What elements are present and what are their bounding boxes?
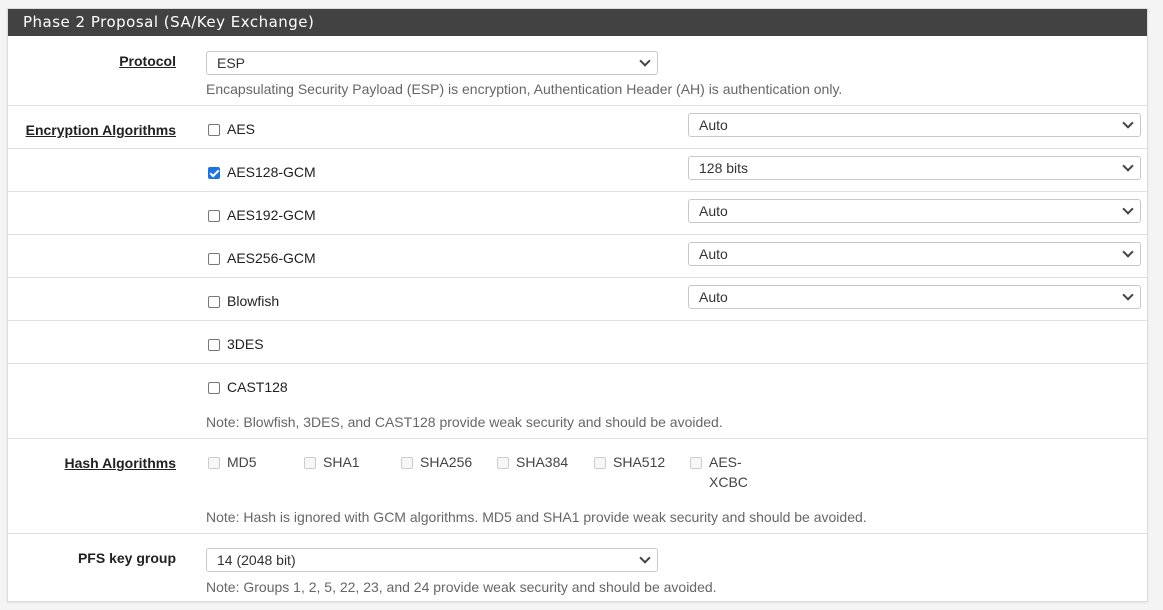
- sha384-checkbox[interactable]: [497, 457, 509, 469]
- aes-xcbc-label-line2: XCBC: [709, 474, 748, 490]
- pfs-row: PFS key group 14 (2048 bit) Note: Groups…: [8, 533, 1147, 602]
- md5-label: MD5: [227, 454, 257, 470]
- encryption-row-3des: 3DES: [8, 320, 1147, 364]
- 3des-label: 3DES: [227, 336, 264, 352]
- encryption-row-aes192gcm: AES192-GCM Auto: [8, 191, 1147, 235]
- chevron-down-icon: [639, 55, 651, 67]
- aes256-gcm-label: AES256-GCM: [227, 250, 316, 266]
- aes128-gcm-checkbox[interactable]: [208, 167, 220, 179]
- aes256-gcm-checkbox[interactable]: [208, 253, 220, 265]
- sha1-checkbox[interactable]: [304, 457, 316, 469]
- chevron-down-icon: [1122, 117, 1134, 129]
- aes-label: AES: [227, 121, 256, 137]
- chevron-down-icon: [1122, 246, 1134, 258]
- aes192-gcm-label: AES192-GCM: [227, 207, 316, 223]
- aes-xcbc-checkbox[interactable]: [690, 457, 702, 469]
- encryption-row-cast128: CAST128 Note: Blowfish, 3DES, and CAST12…: [8, 363, 1147, 439]
- aes128-gcm-keylen-select[interactable]: 128 bits: [688, 156, 1141, 180]
- md5-checkbox[interactable]: [208, 457, 220, 469]
- blowfish-keylen-value: Auto: [699, 289, 728, 305]
- 3des-checkbox[interactable]: [208, 339, 220, 351]
- encryption-row-aes128gcm: AES128-GCM 128 bits: [8, 148, 1147, 192]
- pfs-note: Note: Groups 1, 2, 5, 22, 23, and 24 pro…: [206, 579, 717, 595]
- chevron-down-icon: [1122, 289, 1134, 301]
- encryption-row-blowfish: Blowfish Auto: [8, 277, 1147, 321]
- hash-note: Note: Hash is ignored with GCM algorithm…: [206, 509, 867, 525]
- sha1-label: SHA1: [323, 454, 360, 470]
- protocol-label: Protocol: [119, 53, 176, 69]
- aes128-gcm-label: AES128-GCM: [227, 164, 316, 180]
- panel-title: Phase 2 Proposal (SA/Key Exchange): [8, 9, 1147, 36]
- sha256-label: SHA256: [420, 454, 473, 470]
- hash-row: Hash Algorithms MD5 SHA1 SHA256 SHA384 S…: [8, 438, 1147, 534]
- chevron-down-icon: [1122, 203, 1134, 215]
- encryption-label: Encryption Algorithms: [25, 122, 176, 138]
- protocol-help: Encapsulating Security Payload (ESP) is …: [206, 81, 843, 97]
- chevron-down-icon: [639, 552, 651, 564]
- encryption-row-aes: Encryption Algorithms AES Auto: [8, 105, 1147, 149]
- blowfish-keylen-select[interactable]: Auto: [688, 285, 1141, 309]
- aes-checkbox[interactable]: [208, 124, 220, 136]
- aes-keylen-value: Auto: [699, 117, 728, 133]
- cast128-label: CAST128: [227, 379, 288, 395]
- phase2-proposal-panel: Phase 2 Proposal (SA/Key Exchange) Proto…: [7, 8, 1148, 602]
- encryption-note: Note: Blowfish, 3DES, and CAST128 provid…: [206, 414, 723, 430]
- protocol-select-value: ESP: [217, 55, 246, 71]
- aes256-gcm-keylen-value: Auto: [699, 246, 728, 262]
- sha512-label: SHA512: [613, 454, 666, 470]
- sha256-checkbox[interactable]: [401, 457, 413, 469]
- aes256-gcm-keylen-select[interactable]: Auto: [688, 242, 1141, 266]
- pfs-select-value: 14 (2048 bit): [217, 552, 296, 568]
- sha512-checkbox[interactable]: [594, 457, 606, 469]
- protocol-select[interactable]: ESP: [206, 51, 658, 75]
- aes192-gcm-keylen-value: Auto: [699, 203, 728, 219]
- pfs-label: PFS key group: [77, 550, 176, 566]
- aes-xcbc-label-line1: AES-: [709, 454, 742, 470]
- pfs-select[interactable]: 14 (2048 bit): [206, 548, 658, 572]
- aes128-gcm-keylen-value: 128 bits: [699, 160, 749, 176]
- aes-keylen-select[interactable]: Auto: [688, 113, 1141, 137]
- aes192-gcm-keylen-select[interactable]: Auto: [688, 199, 1141, 223]
- blowfish-checkbox[interactable]: [208, 296, 220, 308]
- aes192-gcm-checkbox[interactable]: [208, 210, 220, 222]
- protocol-row: Protocol ESP Encapsulating Security Payl…: [8, 36, 1147, 105]
- chevron-down-icon: [1122, 160, 1134, 172]
- cast128-checkbox[interactable]: [208, 382, 220, 394]
- hash-label: Hash Algorithms: [64, 455, 177, 471]
- encryption-row-aes256gcm: AES256-GCM Auto: [8, 234, 1147, 278]
- blowfish-label: Blowfish: [227, 293, 280, 309]
- sha384-label: SHA384: [516, 454, 569, 470]
